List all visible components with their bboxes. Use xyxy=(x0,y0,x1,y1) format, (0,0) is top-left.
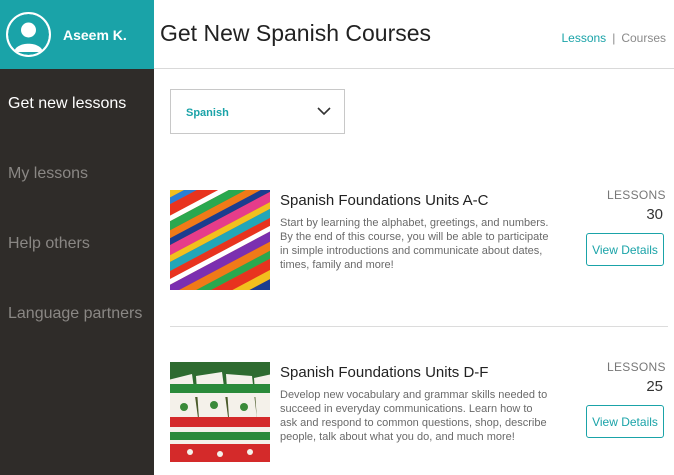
view-details-button[interactable]: View Details xyxy=(586,405,664,438)
user-silhouette-icon xyxy=(8,14,49,55)
course-thumbnail[interactable] xyxy=(170,190,270,290)
breadcrumb-courses: Courses xyxy=(621,31,666,45)
main-content: Get New Spanish Courses Lessons | Course… xyxy=(154,0,674,475)
sidebar-item-get-new-lessons[interactable]: Get new lessons xyxy=(0,69,154,139)
course-description: Develop new vocabulary and grammar skill… xyxy=(280,389,548,443)
sidebar: Aseem K. Get new lessons My lessons Help… xyxy=(0,0,154,475)
breadcrumb-lessons-link[interactable]: Lessons xyxy=(561,31,606,45)
lessons-count: 30 xyxy=(646,206,663,223)
language-select[interactable]: Spanish xyxy=(170,89,345,134)
course-thumbnail[interactable] xyxy=(170,362,270,462)
sidebar-item-help-others[interactable]: Help others xyxy=(0,209,154,279)
lessons-label: LESSONS xyxy=(607,360,666,374)
divider xyxy=(170,326,668,327)
chevron-down-icon xyxy=(317,107,331,116)
sidebar-item-language-partners[interactable]: Language partners xyxy=(0,279,154,349)
breadcrumb-separator: | xyxy=(612,31,616,45)
serape-blanket-image xyxy=(170,190,270,290)
mexican-dresses-image xyxy=(170,362,270,462)
course-title[interactable]: Spanish Foundations Units D-F xyxy=(280,364,488,381)
sidebar-item-my-lessons[interactable]: My lessons xyxy=(0,139,154,209)
course-description: Start by learning the alphabet, greeting… xyxy=(280,217,549,271)
page-title: Get New Spanish Courses xyxy=(160,20,432,46)
language-select-value: Spanish xyxy=(186,107,229,119)
lessons-label: LESSONS xyxy=(607,188,666,202)
lessons-count: 25 xyxy=(646,378,663,395)
avatar[interactable] xyxy=(6,12,51,57)
page-header: Get New Spanish Courses Lessons | Course… xyxy=(154,0,674,69)
course-title[interactable]: Spanish Foundations Units A-C xyxy=(280,192,488,209)
username: Aseem K. xyxy=(63,26,127,43)
profile-header[interactable]: Aseem K. xyxy=(0,0,154,69)
breadcrumb: Lessons | Courses xyxy=(561,31,666,45)
view-details-button[interactable]: View Details xyxy=(586,233,664,266)
